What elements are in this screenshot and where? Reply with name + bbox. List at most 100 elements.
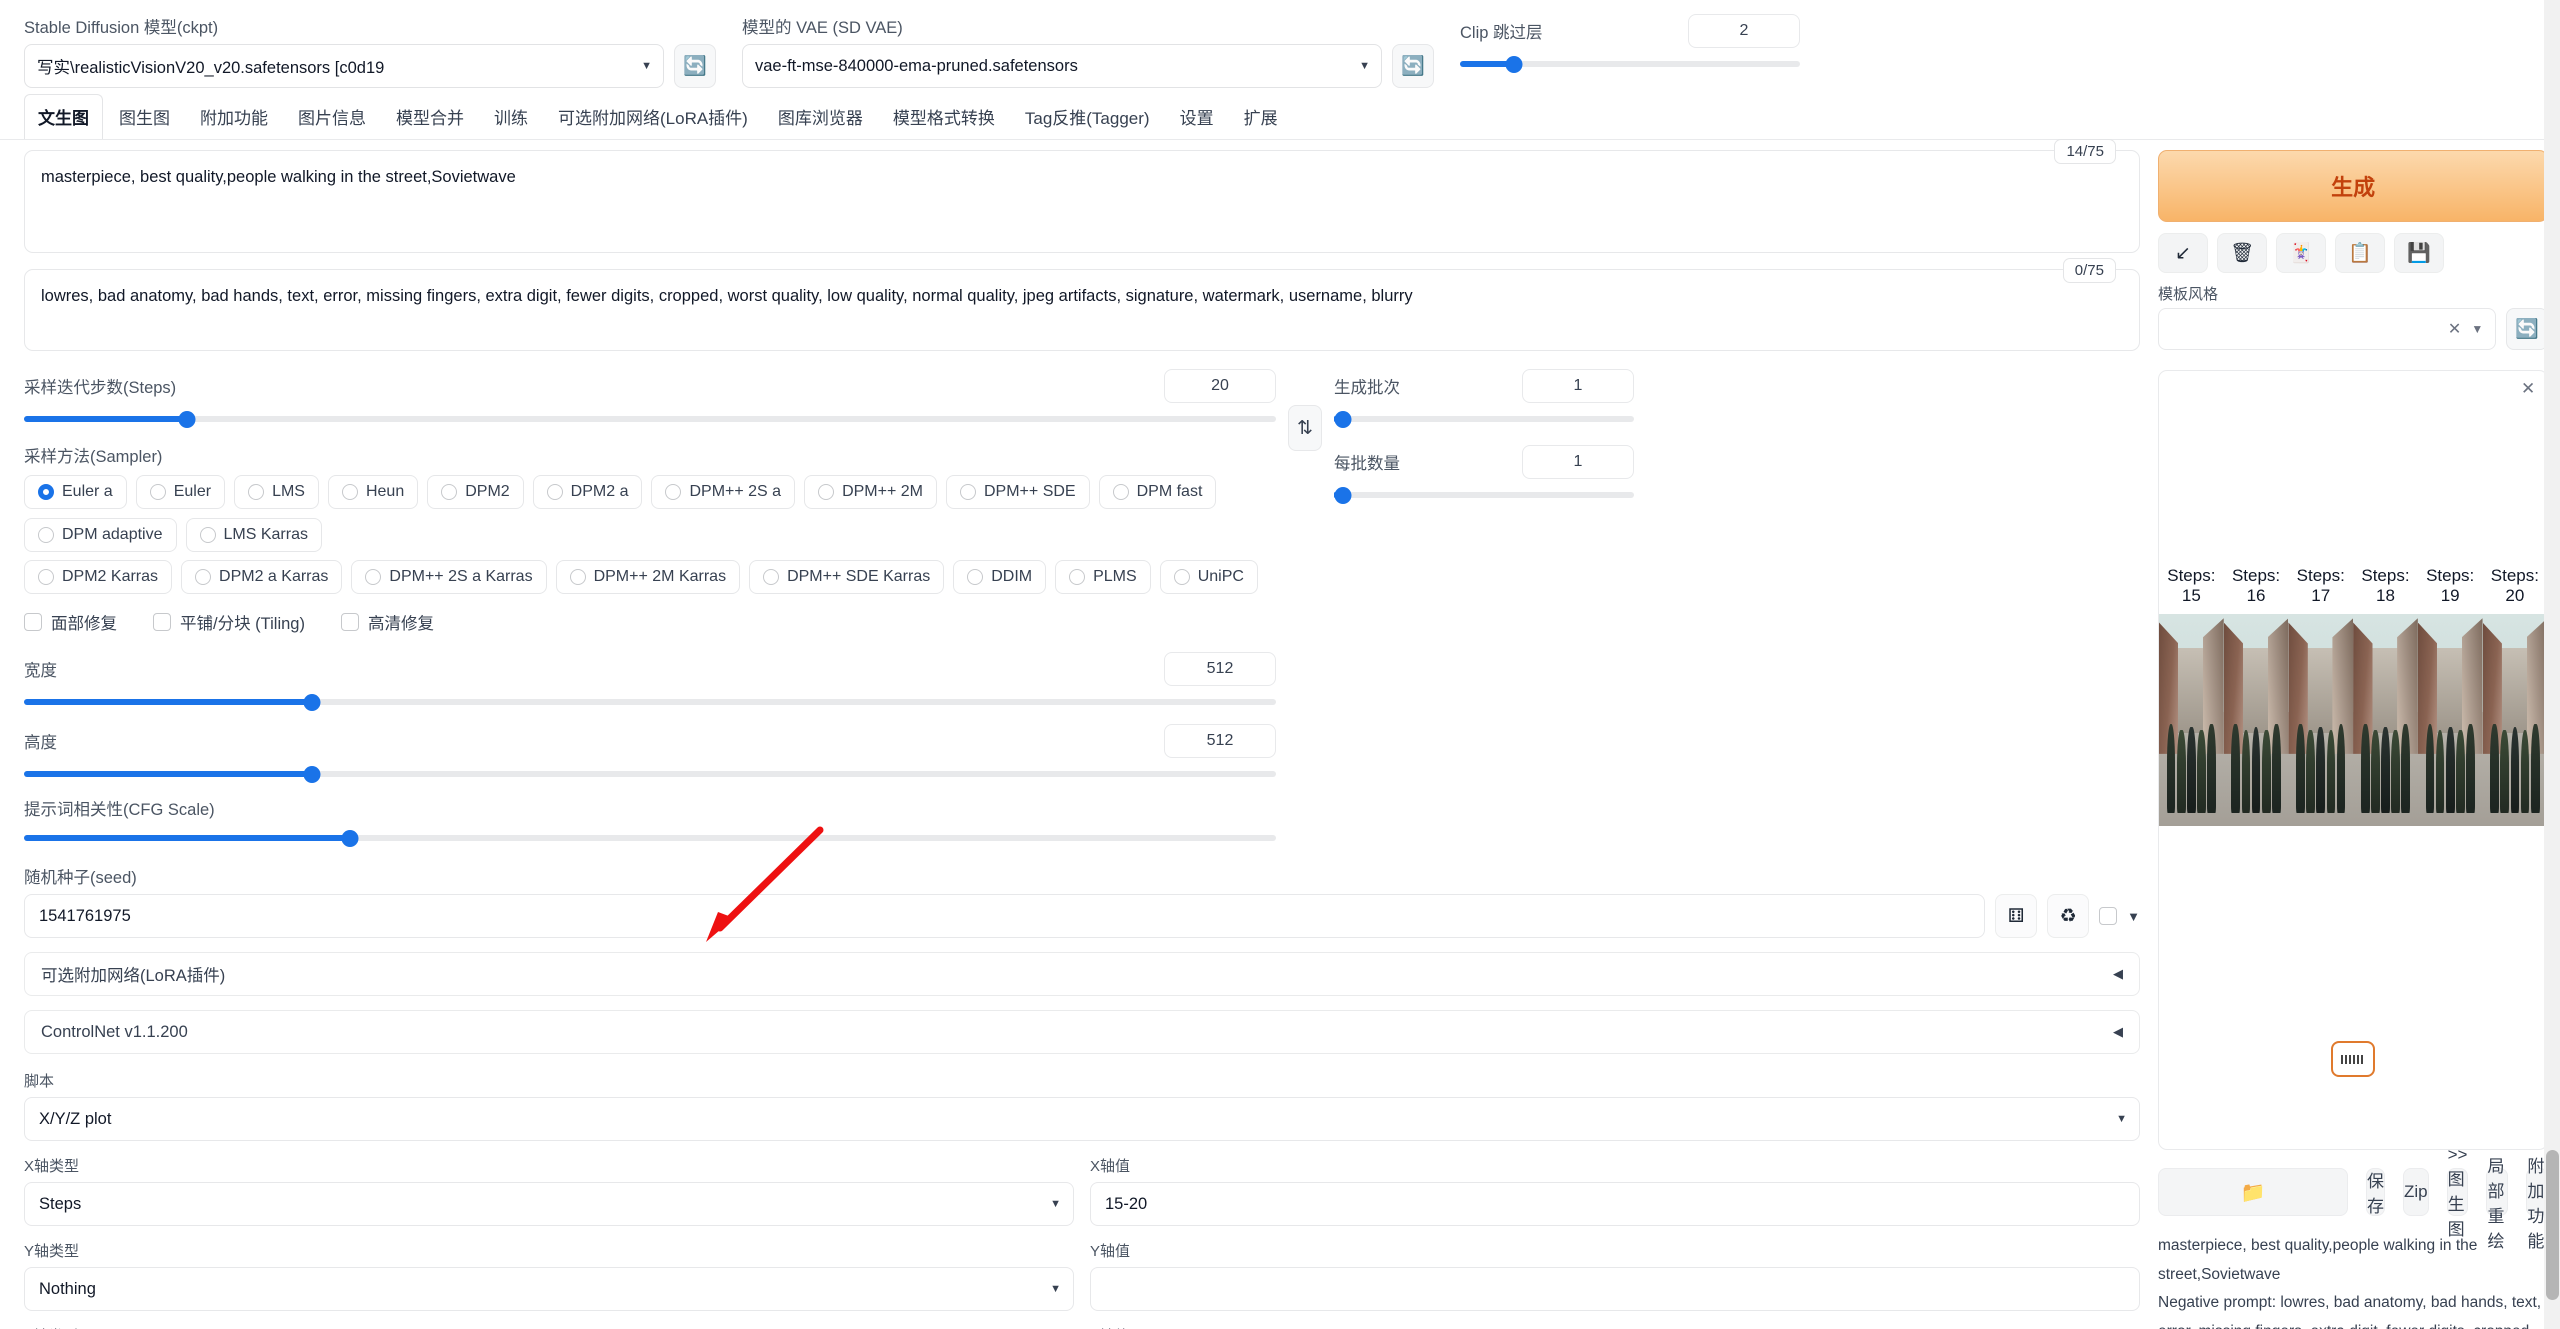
output-gallery[interactable]: ✕ Steps: 15 Steps: 16 Steps: 17 Steps: 1… — [2158, 370, 2549, 1150]
grid-cell-image[interactable] — [2417, 614, 2483, 826]
apply-style-button[interactable]: 📋 — [2335, 233, 2385, 273]
sampler-option-dpm2-karras[interactable]: DPM2 Karras — [24, 560, 173, 594]
script-select[interactable]: X/Y/Z plot ▼ — [24, 1097, 2140, 1141]
styles-select[interactable]: ✕ ▼ — [2158, 308, 2497, 350]
send-to-inpaint-button[interactable]: >> 局部重绘 — [2486, 1132, 2509, 1251]
steps-value[interactable]: 20 — [1164, 369, 1276, 403]
chevron-down-icon[interactable]: ▼ — [2127, 909, 2140, 924]
sampler-option-lms-karras[interactable]: LMS Karras — [185, 518, 322, 552]
clear-x-icon[interactable]: ✕ — [2448, 319, 2461, 339]
open-folder-button[interactable]: 📁 — [2158, 1168, 2348, 1216]
vae-value[interactable]: vae-ft-mse-840000-ema-pruned.safetensors — [742, 44, 1382, 88]
sampler-option-dpmpp-sde-karras[interactable]: DPM++ SDE Karras — [749, 560, 945, 594]
height-slider[interactable] — [24, 766, 1276, 783]
batch-count-slider[interactable] — [1334, 411, 1634, 428]
slider-knob[interactable] — [1505, 56, 1523, 73]
seed-input[interactable]: 1541761975 — [24, 894, 1986, 938]
save-button[interactable]: 保存 — [2366, 1168, 2385, 1216]
zip-button[interactable]: Zip — [2403, 1168, 2429, 1216]
y-axis-value-input[interactable] — [1090, 1267, 2140, 1311]
batch-count-value[interactable]: 1 — [1522, 369, 1634, 403]
tab-additional-networks[interactable]: 可选附加网络(LoRA插件) — [544, 94, 762, 139]
chevron-down-icon[interactable]: ▼ — [2471, 322, 2483, 336]
vae-select[interactable]: vae-ft-mse-840000-ema-pruned.safetensors… — [742, 44, 1382, 88]
sampler-option-unipc[interactable]: UniPC — [1159, 560, 1258, 594]
positive-prompt-input[interactable]: masterpiece, best quality,people walking… — [24, 150, 2140, 253]
sampler-option-dpm2[interactable]: DPM2 — [427, 475, 524, 509]
clip-skip-value[interactable]: 2 — [1688, 14, 1800, 48]
sampler-option-dpmpp-2m-karras[interactable]: DPM++ 2M Karras — [555, 560, 741, 594]
tab-txt2img[interactable]: 文生图 — [24, 94, 103, 139]
slider-knob[interactable] — [341, 830, 359, 847]
clip-skip-slider[interactable] — [1460, 56, 1800, 73]
height-value[interactable]: 512 — [1164, 724, 1276, 758]
restore-faces-checkbox[interactable]: 面部修复 — [24, 610, 117, 634]
sampler-option-dpm-fast[interactable]: DPM fast — [1098, 475, 1217, 509]
generate-button[interactable]: 生成 — [2158, 150, 2549, 222]
sampler-option-lms[interactable]: LMS — [234, 475, 319, 509]
grid-cell-image[interactable] — [2288, 614, 2354, 826]
cfg-slider[interactable] — [24, 830, 1276, 847]
sampler-option-euler[interactable]: Euler — [135, 475, 226, 509]
tab-model-converter[interactable]: 模型格式转换 — [879, 94, 1009, 139]
tab-image-browser[interactable]: 图库浏览器 — [764, 94, 877, 139]
batch-size-slider[interactable] — [1334, 487, 1634, 504]
refresh-vae-button[interactable]: 🔄 — [1392, 44, 1434, 88]
random-seed-button[interactable]: ⚅ — [1995, 894, 2038, 938]
slider-knob[interactable] — [303, 766, 321, 783]
hires-fix-checkbox[interactable]: 高清修复 — [340, 610, 434, 634]
show-extra-networks-button[interactable]: 🃏 — [2276, 233, 2326, 273]
sampler-option-dpmpp-2s-a-karras[interactable]: DPM++ 2S a Karras — [351, 560, 547, 594]
extra-seed-checkbox[interactable] — [2099, 907, 2118, 925]
sampler-option-ddim[interactable]: DDIM — [953, 560, 1047, 594]
grid-cell-image[interactable] — [2159, 614, 2224, 826]
x-axis-value-input[interactable]: 15-20 — [1090, 1182, 2140, 1226]
refresh-checkpoints-button[interactable]: 🔄 — [674, 44, 716, 88]
steps-slider[interactable] — [24, 411, 1276, 428]
scrollbar-thumb[interactable] — [2546, 1150, 2559, 1300]
grid-cell-image[interactable] — [2482, 614, 2548, 826]
slider-knob[interactable] — [1334, 487, 1352, 504]
clear-prompt-button[interactable]: 🗑 — [2217, 233, 2267, 273]
negative-prompt-input[interactable]: lowres, bad anatomy, bad hands, text, er… — [24, 269, 2140, 351]
save-style-button[interactable]: 💾 — [2394, 233, 2444, 273]
checkpoint-value[interactable]: 写实\realisticVisionV20_v20.safetensors [c… — [24, 44, 664, 88]
grid-cell-image[interactable] — [2223, 614, 2289, 826]
tab-tagger[interactable]: Tag反推(Tagger) — [1011, 94, 1164, 139]
sampler-option-dpm-adaptive[interactable]: DPM adaptive — [24, 518, 177, 552]
tab-train[interactable]: 训练 — [480, 94, 542, 139]
checkpoint-select[interactable]: 写实\realisticVisionV20_v20.safetensors [c… — [24, 44, 664, 88]
slider-knob[interactable] — [303, 694, 321, 711]
refresh-styles-button[interactable]: 🔄 — [2506, 308, 2549, 350]
tab-img2img[interactable]: 图生图 — [105, 94, 184, 139]
sampler-option-dpmpp-sde[interactable]: DPM++ SDE — [946, 475, 1090, 509]
width-slider[interactable] — [24, 694, 1276, 711]
tab-extensions[interactable]: 扩展 — [1230, 94, 1292, 139]
width-value[interactable]: 512 — [1164, 652, 1276, 686]
send-to-img2img-button[interactable]: >> 图生图 — [2446, 1145, 2469, 1239]
batch-size-value[interactable]: 1 — [1522, 445, 1634, 479]
sampler-option-dpmpp-2m[interactable]: DPM++ 2M — [804, 475, 937, 509]
reuse-seed-button[interactable]: ♻ — [2047, 894, 2090, 938]
tab-checkpoint-merger[interactable]: 模型合并 — [382, 94, 478, 139]
grid-cell-image[interactable] — [2353, 614, 2418, 826]
sampler-option-dpmpp-2s-a[interactable]: DPM++ 2S a — [651, 475, 796, 509]
tab-png-info[interactable]: 图片信息 — [284, 94, 380, 139]
tab-settings[interactable]: 设置 — [1166, 94, 1228, 139]
sampler-option-heun[interactable]: Heun — [327, 475, 419, 509]
tiling-checkbox[interactable]: 平铺/分块 (Tiling) — [153, 610, 305, 634]
sampler-option-dpm2-a-karras[interactable]: DPM2 a Karras — [181, 560, 343, 594]
y-axis-type-select[interactable]: Nothing ▼ — [24, 1267, 1074, 1311]
x-axis-type-select[interactable]: Steps ▼ — [24, 1182, 1074, 1226]
read-generation-params-button[interactable]: ↙ — [2158, 233, 2208, 273]
sampler-option-plms[interactable]: PLMS — [1055, 560, 1151, 594]
sampler-option-euler-a[interactable]: Euler a — [24, 475, 127, 509]
accordion-controlnet[interactable]: ControlNet v1.1.200 ◀ — [24, 1010, 2140, 1054]
accordion-additional-networks[interactable]: 可选附加网络(LoRA插件) ◀ — [24, 952, 2140, 996]
slider-knob[interactable] — [178, 411, 196, 428]
tab-extras[interactable]: 附加功能 — [186, 94, 282, 139]
page-scrollbar[interactable] — [2544, 0, 2560, 1329]
swap-width-height-button[interactable]: ⇅ — [1288, 405, 1322, 451]
close-icon[interactable]: ✕ — [2521, 379, 2535, 399]
sampler-option-dpm2-a[interactable]: DPM2 a — [532, 475, 643, 509]
